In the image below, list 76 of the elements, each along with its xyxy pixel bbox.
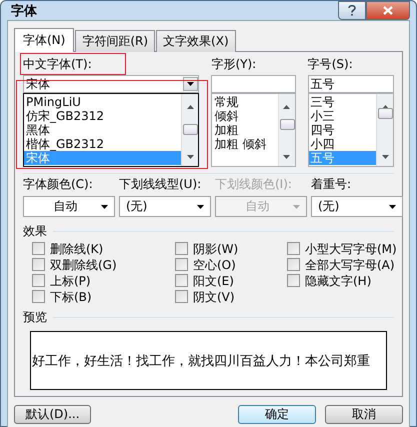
field-label: 着重号: — [311, 176, 352, 192]
checkbox-label: 上标(P) — [50, 273, 91, 289]
scroll-down-icon — [186, 155, 194, 159]
scroll-up-icon — [186, 105, 194, 109]
help-button[interactable] — [338, 1, 366, 20]
checkbox-label: 小型大写字母(M) — [305, 241, 397, 257]
field-label: 字号(S): — [308, 56, 353, 72]
checkbox-label: 空心(O) — [193, 257, 236, 273]
close-button[interactable] — [366, 1, 410, 20]
tab[interactable]: 字符间距(R) — [75, 30, 156, 52]
checkbox[interactable] — [175, 258, 188, 270]
checkbox[interactable] — [32, 242, 45, 254]
list-item[interactable]: 黑体 — [24, 123, 182, 137]
scrollbar[interactable] — [376, 94, 393, 166]
checkbox[interactable] — [287, 242, 300, 254]
dialog-button[interactable]: 确定 — [238, 405, 316, 424]
checkbox[interactable] — [32, 258, 45, 270]
scrollbar[interactable] — [181, 94, 198, 166]
scroll-thumb[interactable] — [378, 108, 393, 119]
list-item[interactable]: 仿宋_GB2312 — [24, 109, 182, 123]
help-icon — [348, 5, 356, 16]
checkbox-label: 全部大写字母(A) — [305, 257, 395, 273]
checkbox[interactable] — [175, 290, 188, 302]
caret-icon — [389, 204, 396, 208]
list-item[interactable]: 四号 — [308, 123, 376, 137]
dialog-button[interactable]: 默认(D)... — [14, 405, 91, 424]
scroll-down-icon — [382, 155, 388, 159]
scroll-thumb[interactable] — [183, 124, 198, 135]
size-input-field[interactable]: 五号 — [308, 75, 394, 93]
section-title: 效果 — [23, 223, 47, 239]
section-title: 预览 — [23, 309, 47, 325]
dropdown[interactable]: 自动 — [23, 196, 115, 217]
scroll-up-icon — [283, 105, 290, 109]
checkbox-label: 阴影(W) — [193, 241, 238, 257]
checkbox[interactable] — [287, 274, 300, 286]
list-item[interactable]: 三号 — [308, 95, 376, 109]
list-item[interactable]: 小三 — [308, 109, 376, 123]
scroll-thumb[interactable] — [280, 119, 295, 130]
field-label: 下划线线型(U): — [119, 176, 202, 192]
dialog-button[interactable]: 取消 — [325, 405, 403, 424]
field-label: 字体颜色(C): — [23, 176, 93, 192]
window-title: 字体 — [10, 2, 37, 20]
list-item[interactable]: 小四 — [308, 137, 376, 151]
caret-icon — [101, 204, 108, 208]
checkbox[interactable] — [287, 258, 300, 270]
checkbox-label: 删除线(K) — [50, 241, 104, 257]
list-item[interactable]: 加粗 倾斜 — [212, 137, 278, 151]
caret-icon — [293, 204, 300, 208]
list-item[interactable]: 楷体_GB2312 — [24, 137, 182, 151]
dropdown[interactable]: (无) — [119, 196, 211, 217]
preview-text: 好工作，好生活！找工作，就找四川百益人力！本公司郑重 — [31, 352, 370, 370]
dropdown[interactable]: (无) — [311, 196, 403, 217]
scroll-down-icon — [283, 155, 290, 159]
list-item[interactable]: 常规 — [212, 95, 278, 109]
list-item[interactable]: 加粗 — [212, 123, 278, 137]
tab[interactable]: 文字效果(X) — [156, 30, 236, 52]
checkbox-label: 阴文(V) — [193, 289, 235, 305]
checkbox[interactable] — [32, 290, 45, 302]
checkbox[interactable] — [175, 242, 188, 254]
list-item[interactable]: 倾斜 — [212, 109, 278, 123]
caret-icon — [197, 204, 204, 208]
field-label: 下划线颜色(I): — [215, 176, 292, 192]
style-input-field[interactable] — [211, 75, 296, 93]
checkbox[interactable] — [32, 274, 45, 286]
checkbox[interactable] — [175, 274, 188, 286]
list-item[interactable]: PMingLiU — [24, 95, 182, 109]
checkbox-label: 双删除线(G) — [50, 257, 117, 273]
checkbox-label: 下标(B) — [50, 289, 92, 305]
checkbox-label: 隐藏文字(H) — [305, 273, 372, 289]
scrollbar[interactable] — [278, 94, 295, 166]
tab[interactable]: 字体(N) — [14, 28, 74, 52]
field-label: 字形(Y): — [211, 56, 256, 72]
checkbox-label: 阳文(E) — [193, 273, 234, 289]
close-icon — [383, 6, 393, 15]
caret-icon — [187, 82, 194, 86]
field-label: 中文字体(T): — [23, 56, 92, 72]
